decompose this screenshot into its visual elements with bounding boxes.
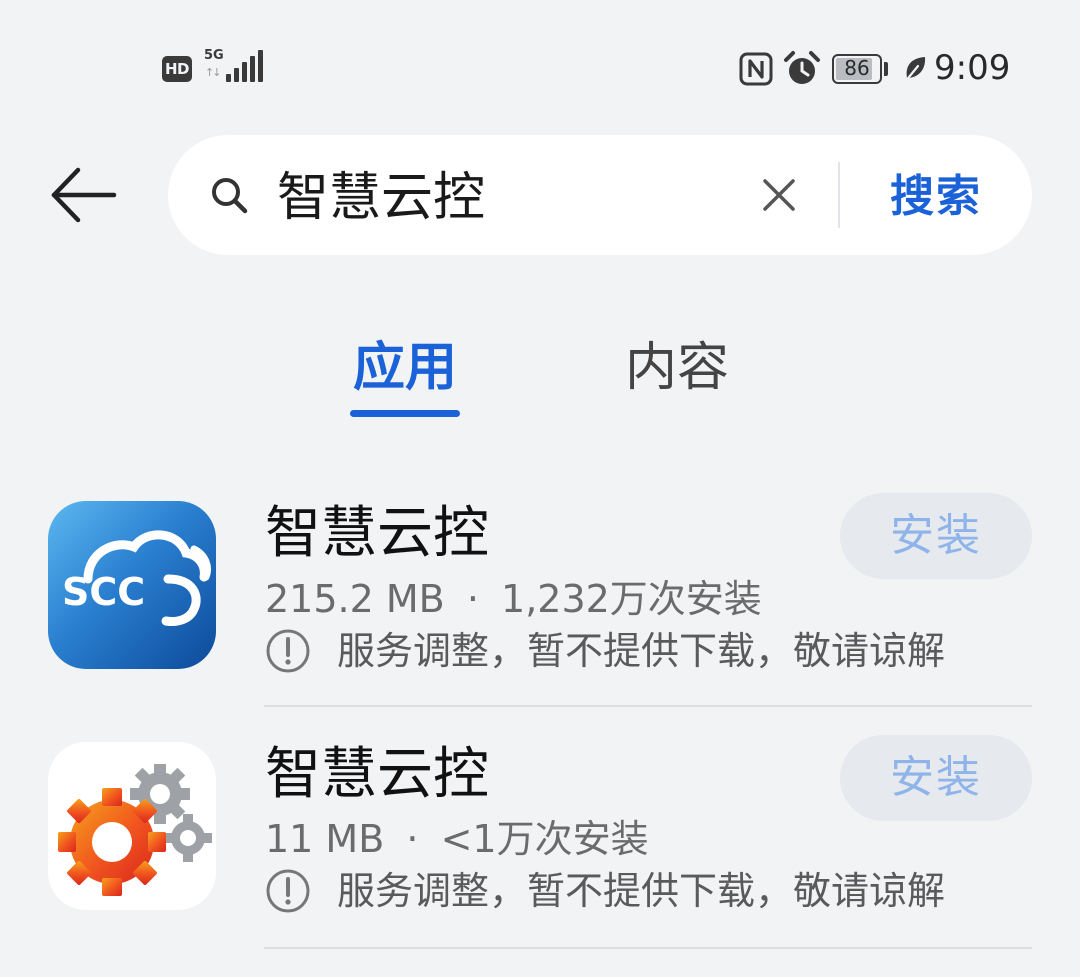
info-alert-icon [266, 629, 310, 673]
app-name: 智慧云控 [265, 742, 489, 807]
app-size: 215.2 MB [265, 577, 445, 621]
app-name: 智慧云控 [265, 501, 489, 566]
signal-icon: 5G ↑↓ [204, 48, 263, 84]
app-meta: 11 MB · <1万次安装 [265, 816, 649, 862]
list-item[interactable]: 智慧云控 11 MB · <1万次安装 服务调整，暂不提供下载，敬请谅解 安装 [0, 712, 1080, 952]
app-notice: 服务调整，暂不提供下载，敬请谅解 [337, 629, 946, 673]
battery-icon: 86 [832, 54, 882, 84]
status-time: 9:09 [934, 48, 1011, 88]
install-button[interactable]: 安装 [840, 493, 1032, 579]
nfc-icon [739, 52, 773, 86]
app-installs: 1,232万次安装 [501, 577, 762, 621]
search-icon [212, 178, 248, 214]
info-alert-icon [266, 869, 310, 913]
gears-icon [58, 764, 212, 896]
network-type-label: 5G [204, 48, 224, 63]
app-size: 11 MB [265, 817, 385, 861]
cloud-icon: SCC [62, 530, 211, 626]
tab-apps[interactable]: 应用 [340, 330, 470, 420]
app-icon-gears[interactable] [48, 742, 216, 910]
app-icon-text: SCC [62, 570, 145, 614]
install-button[interactable]: 安装 [840, 735, 1032, 821]
hd-badge: HD [162, 56, 192, 82]
meta-separator: · [466, 577, 479, 621]
search-divider [838, 162, 840, 228]
meta-separator: · [406, 817, 419, 861]
tab-apps-label: 应用 [352, 338, 457, 398]
app-icon-scc[interactable]: SCC [48, 501, 216, 669]
search-button[interactable]: 搜索 [866, 164, 1006, 230]
back-arrow-icon[interactable] [46, 160, 122, 230]
alarm-icon [784, 51, 820, 84]
app-notice: 服务调整，暂不提供下载，敬请谅解 [337, 869, 946, 913]
data-arrows-icon: ↑↓ [205, 66, 222, 79]
battery-level: 86 [844, 56, 870, 80]
tab-content-label: 内容 [624, 338, 729, 398]
list-item[interactable]: SCC 智慧云控 215.2 MB · 1,232万次安装 服务调整，暂不提供下… [0, 470, 1080, 710]
app-installs: <1万次安装 [440, 817, 649, 861]
active-tab-indicator [350, 410, 460, 417]
row-divider [264, 705, 1032, 707]
clear-search-icon[interactable] [755, 170, 803, 220]
leaf-icon [903, 57, 926, 84]
tab-content[interactable]: 内容 [612, 330, 742, 420]
search-input[interactable]: 智慧云控 [277, 168, 485, 228]
row-divider [264, 947, 1032, 949]
app-meta: 215.2 MB · 1,232万次安装 [265, 576, 762, 622]
